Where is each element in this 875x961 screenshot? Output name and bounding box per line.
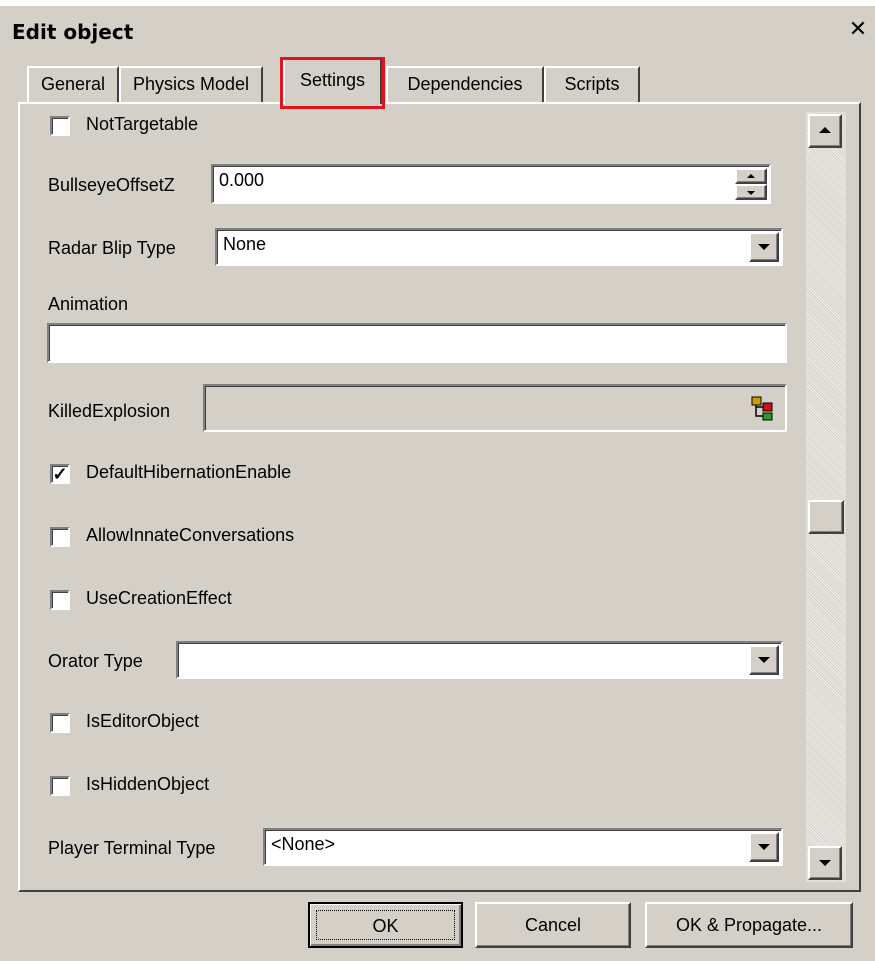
- scroll-up-button[interactable]: [808, 114, 842, 148]
- scroll-up-arrow-icon: [819, 127, 831, 133]
- orator-type-label: Orator Type: [48, 651, 143, 671]
- radar-blip-type-dropdown-button[interactable]: [749, 232, 779, 262]
- tab-dependencies-label: Dependencies: [407, 74, 523, 94]
- chevron-down-icon: [758, 844, 770, 850]
- scrollbar-thumb[interactable]: [808, 500, 844, 534]
- player-terminal-type-value: <None>: [271, 834, 336, 854]
- use-creation-effect-checkbox[interactable]: [50, 590, 70, 610]
- animation-input[interactable]: [47, 323, 787, 363]
- chevron-down-icon: [758, 244, 770, 250]
- close-icon[interactable]: ✕: [845, 18, 871, 42]
- spin-up-button[interactable]: [735, 168, 767, 184]
- orator-type-select[interactable]: [176, 641, 783, 679]
- is-editor-object-label: IsEditorObject: [86, 711, 200, 731]
- use-creation-effect-label: UseCreationEffect: [86, 588, 232, 608]
- allow-innate-conversations-label: AllowInnateConversations: [86, 525, 295, 545]
- ok-propagate-button-label: OK & Propagate...: [675, 915, 823, 935]
- spin-down-button[interactable]: [735, 184, 767, 200]
- tab-settings[interactable]: Settings: [283, 58, 382, 104]
- radar-blip-type-select[interactable]: None: [215, 228, 783, 266]
- ok-button-label: OK: [316, 910, 455, 940]
- chevron-down-icon: [758, 657, 770, 663]
- window-title: Edit object: [12, 20, 134, 44]
- ok-button[interactable]: OK: [308, 902, 463, 948]
- tab-physics-model[interactable]: Physics Model: [119, 66, 263, 102]
- tab-settings-label: Settings: [299, 70, 366, 90]
- preset-tree-icon[interactable]: [749, 394, 777, 422]
- default-hibernation-enable-checkbox[interactable]: ✓: [50, 464, 70, 484]
- not-targetable-label: NotTargetable: [86, 114, 199, 134]
- orator-type-dropdown-button[interactable]: [749, 645, 779, 675]
- tab-scripts[interactable]: Scripts: [544, 66, 640, 102]
- scroll-down-arrow-icon: [819, 860, 831, 866]
- title-bar: Edit object ✕: [0, 6, 875, 50]
- bullseye-offset-z-field[interactable]: 0.000: [211, 164, 771, 204]
- ok-propagate-button[interactable]: OK & Propagate...: [645, 902, 853, 948]
- spin-up-arrow-icon: [747, 174, 755, 178]
- is-editor-object-checkbox[interactable]: [50, 713, 70, 733]
- killed-explosion-label: KilledExplosion: [48, 401, 171, 421]
- radar-blip-type-value: None: [223, 234, 267, 254]
- tab-physics-model-label: Physics Model: [132, 74, 250, 94]
- animation-label: Animation: [48, 294, 129, 314]
- scroll-down-button[interactable]: [808, 846, 842, 880]
- allow-innate-conversations-checkbox[interactable]: [50, 527, 70, 547]
- is-hidden-object-checkbox[interactable]: [50, 776, 70, 796]
- vertical-scrollbar[interactable]: [806, 112, 846, 882]
- tab-general[interactable]: General: [27, 66, 119, 102]
- cancel-button-label: Cancel: [524, 915, 582, 935]
- player-terminal-type-label: Player Terminal Type: [48, 838, 216, 858]
- cancel-button[interactable]: Cancel: [475, 902, 631, 948]
- player-terminal-type-select[interactable]: <None>: [263, 828, 783, 866]
- is-hidden-object-label: IsHiddenObject: [86, 774, 210, 794]
- radar-blip-type-label: Radar Blip Type: [48, 238, 176, 258]
- tab-scripts-label: Scripts: [564, 74, 620, 94]
- checkmark-icon: ✓: [52, 464, 68, 484]
- spin-down-arrow-icon: [747, 191, 755, 195]
- bullseye-offset-z-value: 0.000: [219, 170, 265, 190]
- bullseye-offset-z-label: BullseyeOffsetZ: [48, 175, 175, 195]
- not-targetable-checkbox[interactable]: [50, 116, 70, 136]
- tab-dependencies[interactable]: Dependencies: [386, 66, 544, 102]
- tab-general-label: General: [40, 74, 106, 94]
- default-hibernation-enable-label: DefaultHibernationEnable: [86, 462, 292, 482]
- killed-explosion-field[interactable]: [203, 384, 787, 432]
- player-terminal-type-dropdown-button[interactable]: [749, 832, 779, 862]
